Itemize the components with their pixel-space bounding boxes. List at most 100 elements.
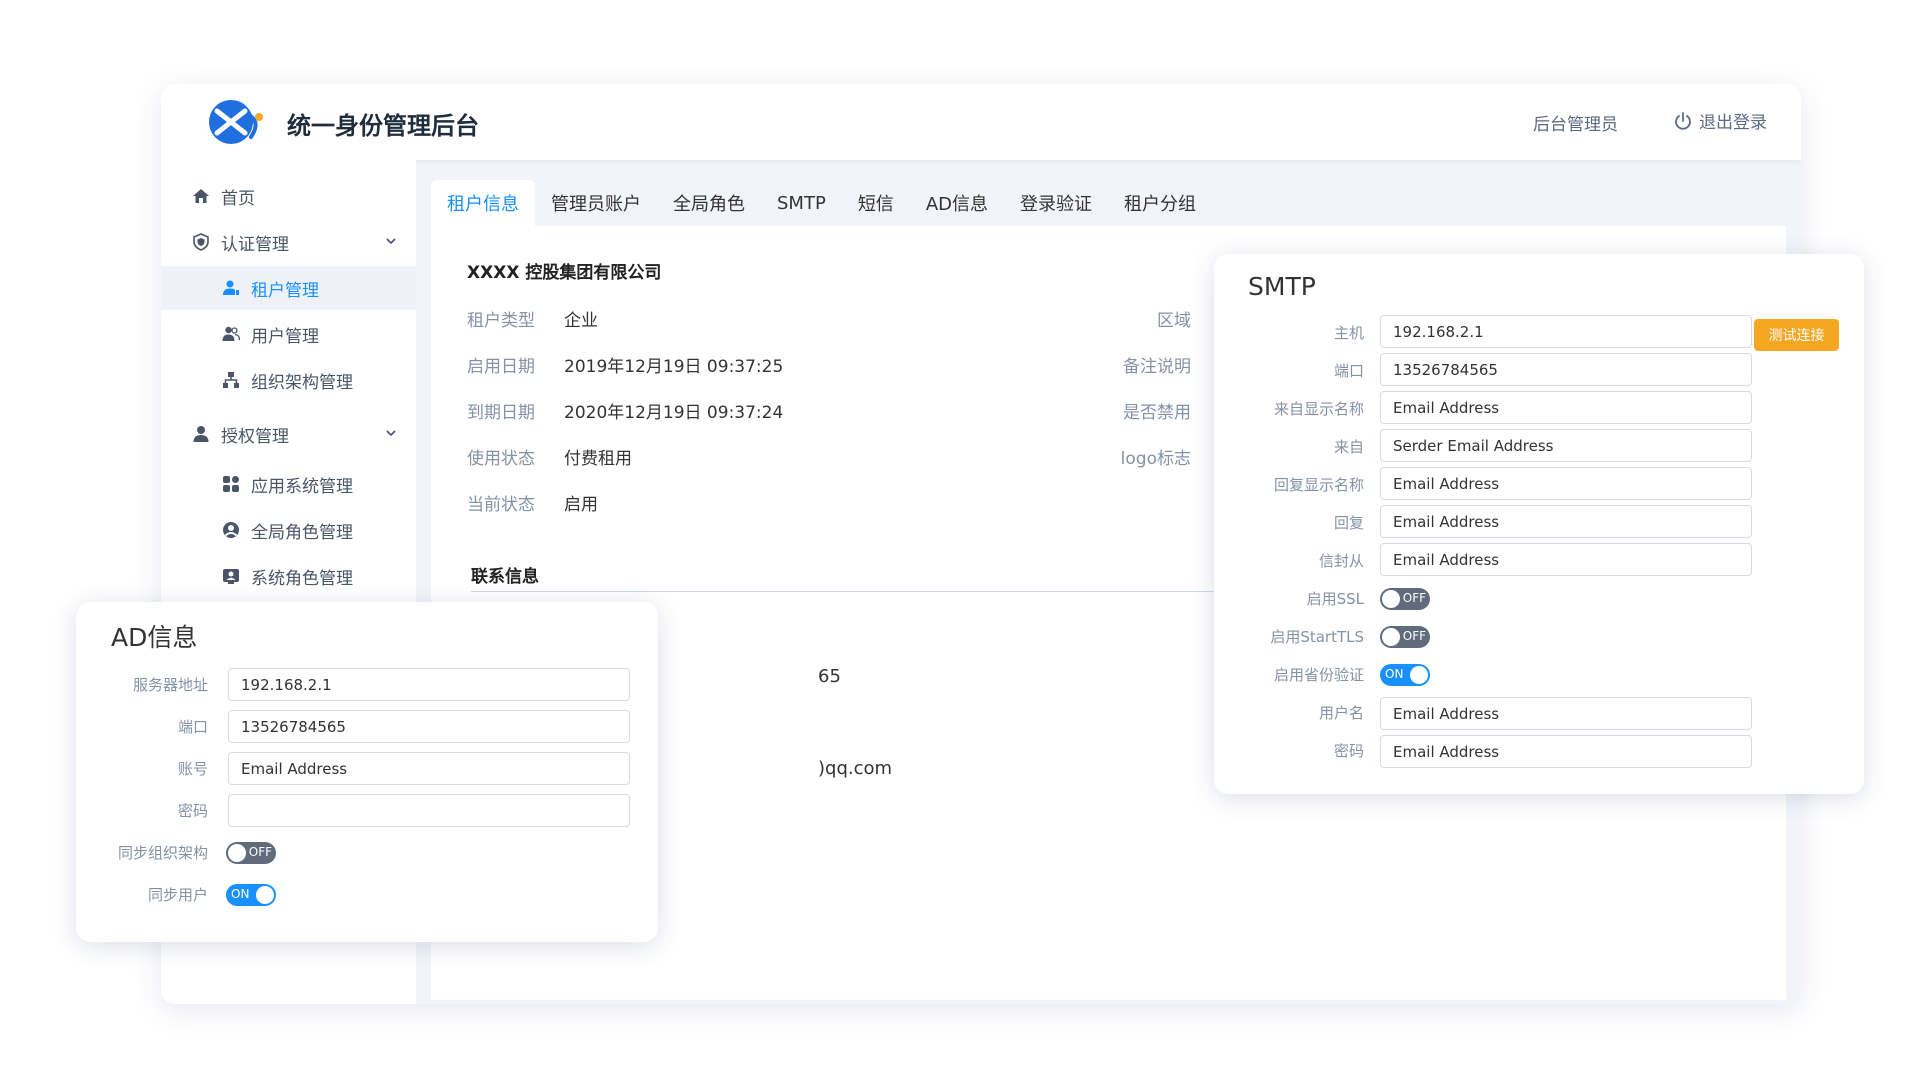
sidebar-item-label: 认证管理 bbox=[221, 234, 289, 255]
tab-tenant-info[interactable]: 租户信息 bbox=[431, 180, 535, 226]
shield-icon bbox=[191, 232, 211, 252]
info-row: 到期日期 2020年12月19日 09:37:24 bbox=[467, 398, 783, 423]
tenant-user-icon bbox=[221, 278, 241, 298]
sidebar-item-tenant[interactable]: 租户管理 bbox=[161, 266, 416, 310]
company-name: XXXX 控股集团有限公司 bbox=[467, 263, 662, 283]
role-circle-icon bbox=[221, 520, 241, 540]
ad-server-input[interactable]: 192.168.2.1 bbox=[228, 668, 630, 701]
info-label: 使用状态 bbox=[467, 449, 535, 469]
info-label: 当前状态 bbox=[467, 495, 535, 515]
info-row: 租户类型 企业 bbox=[467, 306, 598, 331]
ad-password-input[interactable] bbox=[228, 794, 630, 827]
toggle-knob bbox=[1382, 590, 1400, 608]
field-label: 账号 bbox=[177, 760, 208, 778]
sidebar-item-apps[interactable]: 应用系统管理 bbox=[161, 462, 416, 506]
smtp-port-input[interactable]: 13526784565 bbox=[1380, 353, 1752, 386]
tab-tenant-groups[interactable]: 租户分组 bbox=[1108, 180, 1212, 226]
tab-global-roles[interactable]: 全局角色 bbox=[657, 180, 761, 226]
sidebar-item-home[interactable]: 首页 bbox=[161, 174, 416, 218]
info-value: 2019年12月19日 09:37:25 bbox=[564, 357, 784, 377]
id-card-icon bbox=[221, 566, 241, 586]
toggle-state-text: ON bbox=[231, 887, 250, 901]
sidebar-item-label: 租户管理 bbox=[251, 280, 319, 301]
info-row: 启用日期 2019年12月19日 09:37:25 bbox=[467, 352, 783, 377]
field-label: 来自显示名称 bbox=[1273, 400, 1364, 418]
smtp-username-input[interactable]: Email Address bbox=[1380, 697, 1752, 730]
info-value: 启用 bbox=[564, 495, 598, 515]
sidebar-item-label: 首页 bbox=[221, 188, 255, 209]
tab-ad-info[interactable]: AD信息 bbox=[910, 180, 1004, 226]
info-row: 当前状态 启用 bbox=[467, 490, 598, 515]
smtp-title: SMTP bbox=[1248, 272, 1316, 301]
field-label: 端口 bbox=[177, 718, 208, 736]
info-label: 是否禁用 bbox=[1123, 403, 1191, 423]
smtp-host-input[interactable]: 192.168.2.1 bbox=[1380, 315, 1752, 348]
smtp-envelope-from-input[interactable]: Email Address bbox=[1380, 543, 1752, 576]
info-row: 使用状态 付费租用 bbox=[467, 444, 632, 469]
sidebar-item-users[interactable]: 用户管理 bbox=[161, 312, 416, 356]
ad-account-input[interactable]: Email Address bbox=[228, 752, 630, 785]
info-row: 备注说明 bbox=[1071, 352, 1215, 377]
field-label: 来自 bbox=[1333, 438, 1364, 456]
smtp-reply-input[interactable]: Email Address bbox=[1380, 505, 1752, 538]
smtp-from-input[interactable]: Serder Email Address bbox=[1380, 429, 1752, 462]
admin-user-link[interactable]: 后台管理员 bbox=[1533, 110, 1618, 135]
sidebar-item-label: 系统角色管理 bbox=[251, 568, 353, 589]
field-label: 同步组织架构 bbox=[117, 844, 208, 862]
test-connection-button[interactable]: 测试连接 bbox=[1754, 319, 1839, 351]
field-label: 服务器地址 bbox=[132, 676, 208, 694]
power-icon bbox=[1675, 111, 1691, 130]
smtp-from-name-input[interactable]: Email Address bbox=[1380, 391, 1752, 424]
info-label: 租户类型 bbox=[467, 311, 535, 331]
smtp-password-input[interactable]: Email Address bbox=[1380, 735, 1752, 768]
sidebar-item-global-roles[interactable]: 全局角色管理 bbox=[161, 508, 416, 552]
field-label: 密码 bbox=[177, 802, 208, 820]
brand-title: 统一身份管理后台 bbox=[287, 112, 479, 140]
sidebar-item-system-roles[interactable]: 系统角色管理 bbox=[161, 554, 416, 598]
info-label: 区域 bbox=[1157, 311, 1191, 331]
sidebar-item-authorization[interactable]: 授权管理 bbox=[161, 412, 416, 456]
field-label: 主机 bbox=[1333, 324, 1364, 342]
auth-toggle[interactable]: ON bbox=[1380, 664, 1430, 686]
toggle-state-text: ON bbox=[1385, 667, 1404, 681]
field-label: 同步用户 bbox=[147, 886, 208, 904]
sidebar-item-auth[interactable]: 认证管理 bbox=[161, 220, 416, 264]
starttls-toggle[interactable]: OFF bbox=[1380, 626, 1430, 648]
sync-users-toggle[interactable]: ON bbox=[226, 884, 276, 906]
tab-admin-accounts[interactable]: 管理员账户 bbox=[535, 180, 657, 226]
home-icon bbox=[191, 186, 211, 206]
info-value: 2020年12月19日 09:37:24 bbox=[564, 403, 784, 423]
info-label: 备注说明 bbox=[1123, 357, 1191, 377]
field-label: 启用StartTLS bbox=[1270, 628, 1364, 646]
logout-button[interactable]: 退出登录 bbox=[1673, 108, 1767, 133]
ad-port-input[interactable]: 13526784565 bbox=[228, 710, 630, 743]
info-row: logo标志 bbox=[1071, 444, 1215, 469]
field-label: 回复 bbox=[1333, 514, 1364, 532]
sync-org-toggle[interactable]: OFF bbox=[226, 842, 276, 864]
tab-smtp[interactable]: SMTP bbox=[761, 180, 842, 226]
tab-sms[interactable]: 短信 bbox=[842, 180, 910, 226]
toggle-knob bbox=[1410, 666, 1428, 684]
smtp-card: SMTP 测试连接 主机 192.168.2.1 端口 13526784565 … bbox=[1214, 254, 1864, 794]
info-label: 启用日期 bbox=[467, 357, 535, 377]
field-label: 启用SSL bbox=[1306, 590, 1364, 608]
field-label: 回复显示名称 bbox=[1273, 476, 1364, 494]
contact-section-title: 联系信息 bbox=[471, 567, 539, 587]
contact-divider bbox=[471, 591, 1271, 592]
users-icon bbox=[221, 324, 241, 344]
smtp-reply-name-input[interactable]: Email Address bbox=[1380, 467, 1752, 500]
top-header: 统一身份管理后台 后台管理员 退出登录 bbox=[161, 84, 1801, 160]
toggle-knob bbox=[1382, 628, 1400, 646]
tab-bar: 租户信息 管理员账户 全局角色 SMTP 短信 AD信息 登录验证 租户分组 bbox=[431, 180, 1212, 226]
org-tree-icon bbox=[221, 370, 241, 390]
sidebar-item-org[interactable]: 组织架构管理 bbox=[161, 358, 416, 402]
field-label: 密码 bbox=[1333, 742, 1364, 760]
sidebar-item-label: 应用系统管理 bbox=[251, 476, 353, 497]
info-value: 付费租用 bbox=[564, 449, 632, 469]
tab-login-verification[interactable]: 登录验证 bbox=[1004, 180, 1108, 226]
chevron-down-icon bbox=[386, 430, 396, 437]
chevron-down-icon bbox=[386, 238, 396, 245]
ssl-toggle[interactable]: OFF bbox=[1380, 588, 1430, 610]
person-icon bbox=[191, 424, 211, 444]
apps-grid-icon bbox=[221, 474, 241, 494]
